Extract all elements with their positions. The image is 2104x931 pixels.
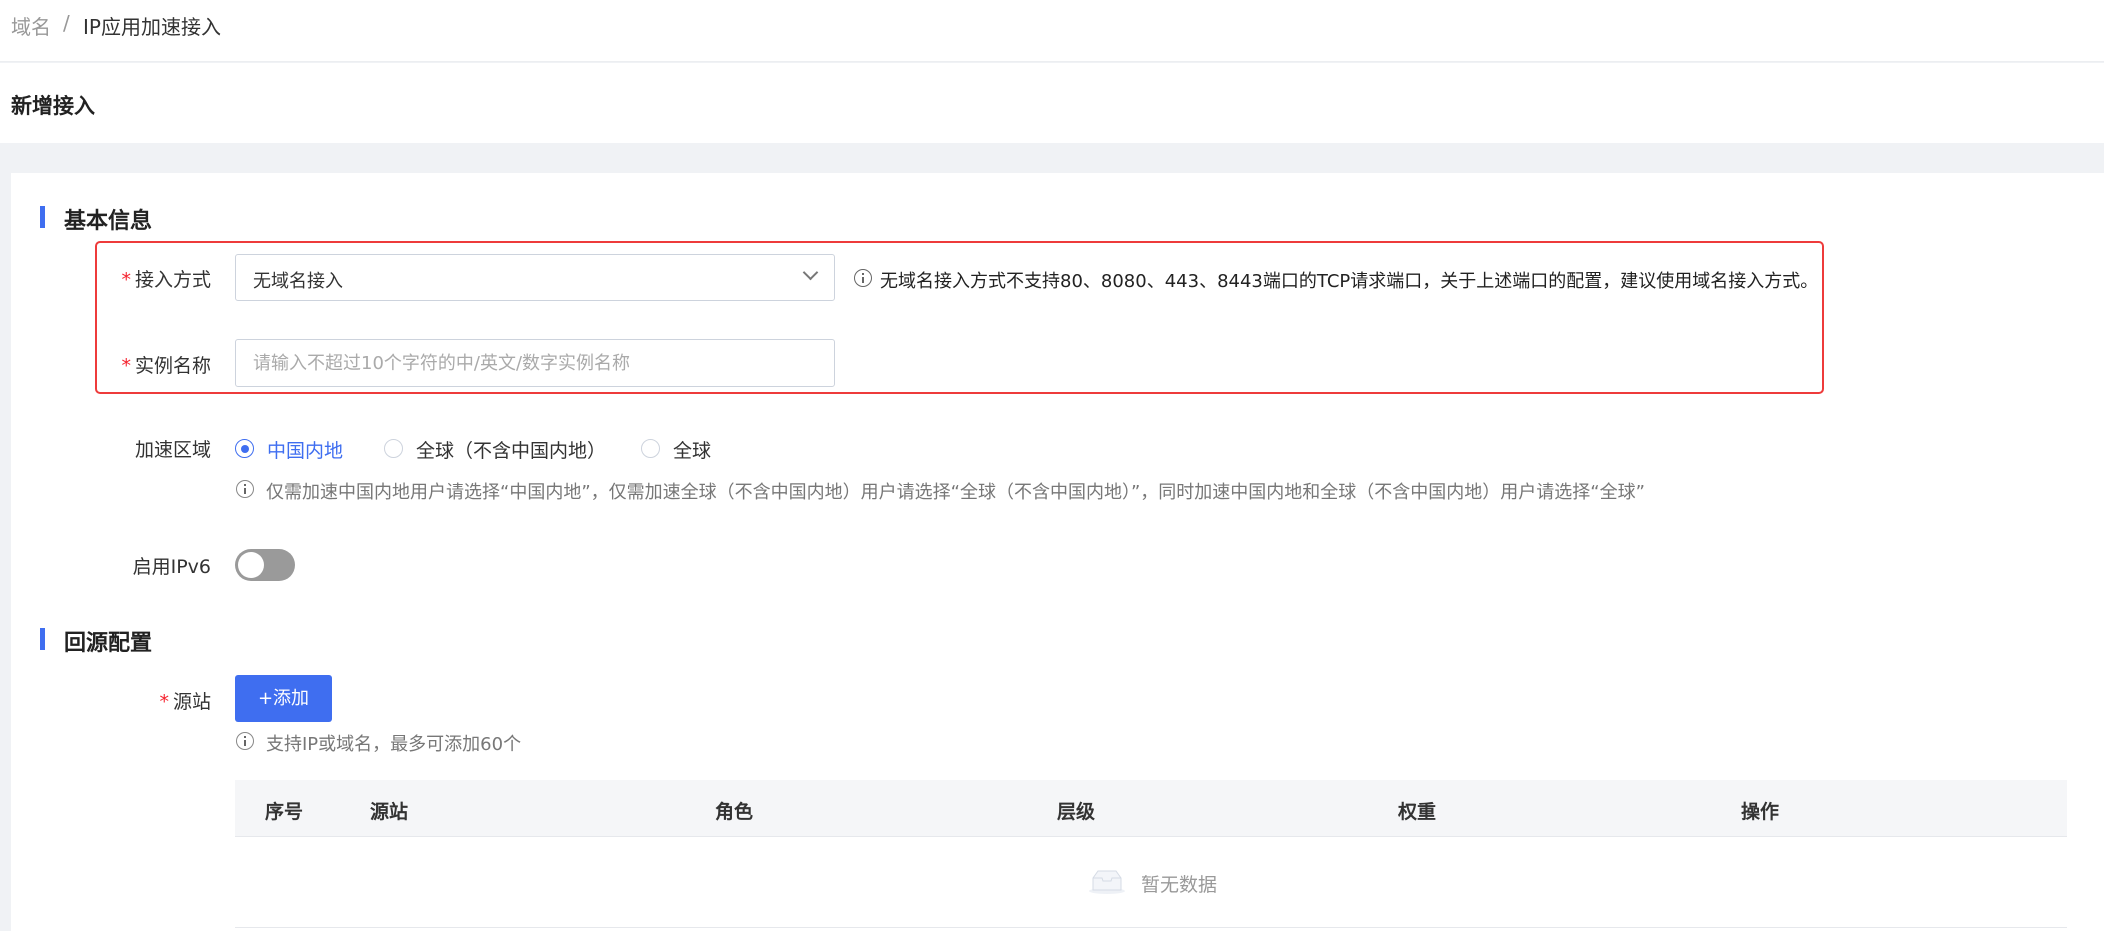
required-asterisk: * <box>121 269 131 291</box>
radio-label: 全球 <box>673 440 712 462</box>
info-icon <box>236 732 254 750</box>
access-method-hint: 无域名接入方式不支持80、8080、443、8443端口的TCP请求端口，关于上… <box>880 271 1819 292</box>
radio-global[interactable]: 全球 <box>641 436 741 462</box>
section-title-origin-config: 回源配置 <box>64 631 153 656</box>
ipv6-label: 启用IPv6 <box>132 556 211 578</box>
breadcrumb-domain-link[interactable]: 域名 <box>11 11 51 40</box>
radio-label: 中国内地 <box>267 440 344 462</box>
empty-box-icon <box>1089 870 1125 894</box>
radio-label: 全球（不含中国内地） <box>416 440 607 462</box>
table-empty-state: 暂无数据 <box>235 838 2067 928</box>
ipv6-toggle[interactable] <box>235 549 295 581</box>
column-header-source: 源站 <box>370 801 409 823</box>
radio-circle <box>235 439 254 458</box>
empty-text: 暂无数据 <box>1141 874 1218 896</box>
required-asterisk: * <box>159 691 169 713</box>
column-header-level: 层级 <box>1057 801 1096 823</box>
info-icon <box>236 480 254 498</box>
source-label: * 源站 <box>159 691 211 713</box>
radio-mainland-china[interactable]: 中国内地 <box>235 436 355 462</box>
radio-circle <box>384 439 403 458</box>
info-icon <box>854 269 872 287</box>
toggle-knob <box>238 552 264 578</box>
source-hint: 支持IP或域名，最多可添加60个 <box>266 734 522 755</box>
accel-region-label: 加速区域 <box>134 439 211 461</box>
section-accent-bar <box>40 206 45 228</box>
column-header-index: 序号 <box>265 801 304 823</box>
instance-name-label: * 实例名称 <box>121 355 211 377</box>
access-method-value: 无域名接入 <box>253 271 343 292</box>
add-source-button[interactable]: +添加 <box>235 675 332 722</box>
column-header-weight: 权重 <box>1398 801 1437 823</box>
instance-name-input[interactable] <box>235 339 835 387</box>
column-header-actions: 操作 <box>1741 801 1780 823</box>
radio-circle <box>641 439 660 458</box>
section-title-basic-info: 基本信息 <box>64 209 153 234</box>
access-method-select[interactable]: 无域名接入 <box>235 254 835 301</box>
breadcrumb-current: IP应用加速接入 <box>83 15 221 39</box>
access-method-label: * 接入方式 <box>121 269 211 291</box>
page-header <box>0 63 2104 143</box>
column-header-role: 角色 <box>715 801 754 823</box>
page-title: 新增接入 <box>11 94 95 118</box>
required-asterisk: * <box>121 355 131 377</box>
chevron-down-icon <box>802 264 819 281</box>
radio-global-excl-mainland[interactable]: 全球（不含中国内地） <box>384 436 607 462</box>
table-header: 序号 源站 角色 层级 权重 操作 <box>235 780 2067 837</box>
section-accent-bar <box>40 628 45 650</box>
accel-region-hint: 仅需加速中国内地用户请选择“中国内地”，仅需加速全球（不含中国内地）用户请选择“… <box>266 482 1645 503</box>
breadcrumb: 域名 / IP应用加速接入 <box>0 0 2104 62</box>
breadcrumb-separator: / <box>63 11 70 35</box>
